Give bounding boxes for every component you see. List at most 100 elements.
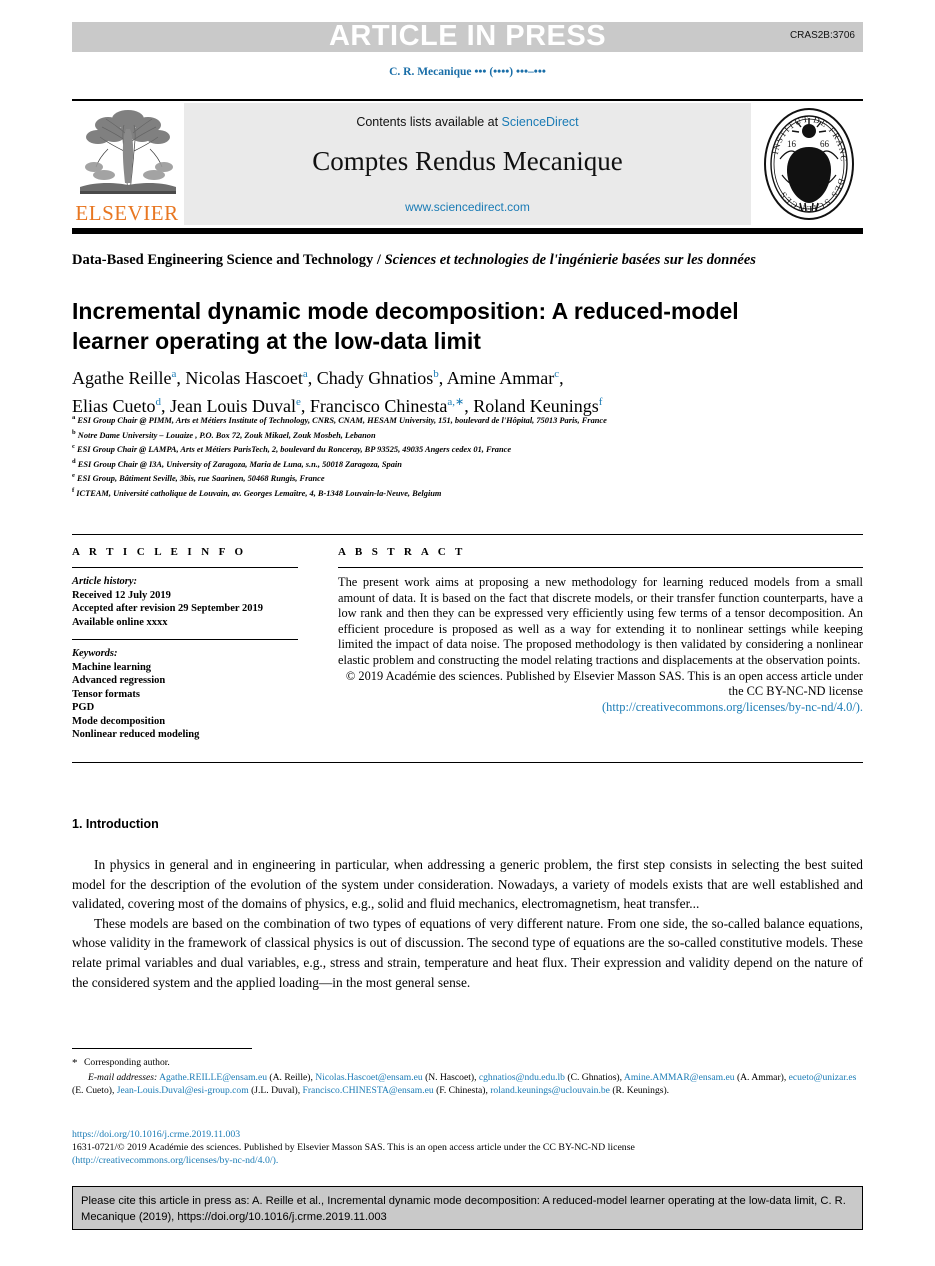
affiliation-mark: d [72, 457, 76, 465]
abstract-column: A B S T R A C T The present work aims at… [338, 546, 863, 715]
author-sep: , [438, 368, 447, 388]
series-line-fr: Sciences et technologies de l'ingénierie… [384, 252, 756, 268]
email-link[interactable]: Jean-Louis.Duval@esi-group.com [117, 1085, 249, 1096]
email-link[interactable]: roland.keunings@uclouvain.be [490, 1085, 610, 1096]
corresponding-author-mark: a,∗ [447, 396, 465, 408]
affiliation-text: ESI Group Chair @ I3A, University of Zar… [77, 459, 402, 469]
keyword-item: Nonlinear reduced modeling [72, 729, 200, 740]
doi-link[interactable]: https://doi.org/10.1016/j.crme.2019.11.0… [72, 1128, 863, 1141]
keyword-item: Machine learning [72, 661, 152, 673]
email-owner: (A. Reille) [269, 1071, 311, 1083]
abstract-copyright: © 2019 Académie des sciences. Published … [338, 669, 863, 716]
elsevier-tree-svg [78, 105, 178, 201]
article-info-column: A R T I C L E I N F O Article history: R… [72, 546, 298, 742]
author-name: Amine Ammar [446, 368, 555, 388]
contents-available-line: Contents lists available at ScienceDirec… [184, 115, 751, 129]
email-owner: (J.L. Duval) [251, 1084, 298, 1096]
email-link[interactable]: Francisco.CHINESTA@ensam.eu [303, 1085, 434, 1096]
svg-text:16: 16 [787, 139, 797, 149]
running-head: C. R. Mecanique ••• (••••) •••–••• [389, 66, 546, 78]
affiliation-mark: c [72, 443, 75, 451]
article-history-label: Article history: [72, 576, 138, 587]
email-link[interactable]: ecueto@unizar.es [789, 1072, 857, 1083]
doi-block: https://doi.org/10.1016/j.crme.2019.11.0… [72, 1128, 863, 1168]
email-label: E-mail addresses: [88, 1071, 158, 1083]
article-info-divider [72, 567, 298, 568]
affiliation-text: ESI Group Chair @ PIMM, Arts et Métiers … [77, 415, 607, 425]
sciencedirect-url[interactable]: www.sciencedirect.com [184, 200, 751, 214]
paragraph: These models are based on the combinatio… [72, 915, 863, 990]
keywords-block: Keywords: Machine learning Advanced regr… [72, 647, 298, 742]
affiliation-list: a ESI Group Chair @ PIMM, Arts et Métier… [72, 412, 863, 500]
email-link[interactable]: cghnatios@ndu.edu.lb [479, 1072, 565, 1083]
masthead-center-panel: Contents lists available at ScienceDirec… [184, 103, 751, 225]
email-owner: (C. Ghnatios) [567, 1071, 620, 1083]
article-info-heading: A R T I C L E I N F O [72, 546, 247, 558]
license-url-line[interactable]: (http://creativecommons.org/licenses/by-… [72, 1154, 863, 1167]
footnote-rule [72, 1048, 252, 1049]
page-title: Incremental dynamic mode decomposition: … [72, 298, 739, 355]
introduction-body: In physics in general and in engineering… [72, 855, 863, 992]
asterisk-icon: * [72, 1057, 78, 1069]
abstract-heading: A B S T R A C T [338, 546, 466, 558]
author-item: Nicolas Hascoeta, [185, 368, 316, 388]
email-link[interactable]: Amine.AMMAR@ensam.eu [624, 1072, 735, 1083]
paragraph: In physics in general and in engineering… [72, 857, 863, 912]
author-name: Chady Ghnatios [316, 368, 434, 388]
affiliation-mark: a [72, 414, 76, 421]
academie-seal-svg: INSTITUT DE FRANCE ACADEMIE DES SCIENCES… [752, 95, 854, 220]
affiliation-item: a ESI Group Chair @ PIMM, Arts et Métier… [72, 412, 863, 427]
abstract-divider [338, 567, 863, 568]
svg-text:66: 66 [820, 139, 830, 149]
affiliation-item: e ESI Group, Bâtiment Seville, 3bis, rue… [72, 470, 863, 485]
author-sep: , [176, 368, 186, 388]
section-heading-introduction: 1. Introduction [72, 817, 159, 831]
keyword-item: PGD [72, 702, 95, 713]
author-affil-mark: f [598, 396, 603, 408]
author-item: Agathe Reillea, [72, 368, 185, 388]
keyword-item: Tensor formats [72, 688, 140, 700]
elsevier-logo: ELSEVIER [72, 103, 182, 225]
email-addresses-note: E-mail addresses: Agathe.REILLE@ensam.eu… [72, 1072, 863, 1098]
article-in-press-label: ARTICLE IN PRESS [328, 20, 607, 52]
corresponding-author-text: Corresponding author. [84, 1057, 170, 1068]
manuscript-code: CRAS2B:3706 [789, 30, 855, 41]
affiliation-text: ESI Group, Bâtiment Seville, 3bis, rue S… [77, 474, 325, 484]
author-sep: , [559, 368, 564, 388]
affiliation-text: ESI Group Chair @ LAMPA, Arts et Métiers… [77, 444, 512, 454]
sciencedirect-link[interactable]: ScienceDirect [502, 115, 579, 129]
info-rule-bottom [72, 762, 863, 763]
series-line-en: Data-Based Engineering Science and Techn… [72, 252, 385, 268]
copyright-text: © 2019 Académie des sciences. Published … [345, 668, 863, 699]
article-in-press-banner: ARTICLE IN PRESS CRAS2B:3706 [72, 20, 863, 52]
email-owner: (R. Keunings) [612, 1084, 667, 1096]
affiliation-item: d ESI Group Chair @ I3A, University of Z… [72, 456, 863, 471]
journal-title: Comptes Rendus Mecanique [312, 146, 623, 176]
email-link[interactable]: Agathe.REILLE@ensam.eu [159, 1072, 267, 1083]
elsevier-tree-icon [78, 105, 178, 201]
keywords-label: Keywords: [72, 648, 118, 659]
license-link[interactable]: (http://creativecommons.org/licenses/by-… [602, 700, 863, 714]
cite-this-article-text: Please cite this article in press as: A.… [81, 1195, 846, 1223]
abstract-text: The present work aims at proposing a new… [338, 575, 863, 667]
affiliation-item: f ICTEAM, Université catholique de Louva… [72, 485, 863, 500]
author-name: Agathe Reille [72, 368, 172, 388]
keywords-divider [72, 639, 298, 640]
affiliation-mark: e [72, 472, 75, 480]
history-item: Received 12 July 2019 [72, 589, 171, 601]
affiliation-item: c ESI Group Chair @ LAMPA, Arts et Métie… [72, 441, 863, 456]
elsevier-wordmark: ELSEVIER [75, 201, 179, 225]
author-item: Chady Ghnatiosb, [317, 368, 447, 388]
history-item: Accepted after revision 29 September 201… [72, 603, 264, 614]
email-owner: (F. Chinesta) [436, 1084, 486, 1096]
affiliation-text: ICTEAM, Université catholique de Louvain… [76, 488, 442, 498]
keyword-item: Advanced regression [72, 675, 166, 686]
affiliation-mark: f [72, 486, 75, 494]
email-link[interactable]: Nicolas.Hascoet@ensam.eu [315, 1072, 422, 1083]
contents-prefix: Contents lists available at [356, 115, 502, 129]
keyword-item: Mode decomposition [72, 715, 166, 727]
journal-masthead: ELSEVIER Contents lists available at Sci… [72, 95, 863, 225]
info-rule-top [72, 534, 863, 535]
affiliation-text: Notre Dame University – Louaize , P.O. B… [77, 430, 376, 440]
author-name: Nicolas Hascoet [185, 368, 303, 388]
